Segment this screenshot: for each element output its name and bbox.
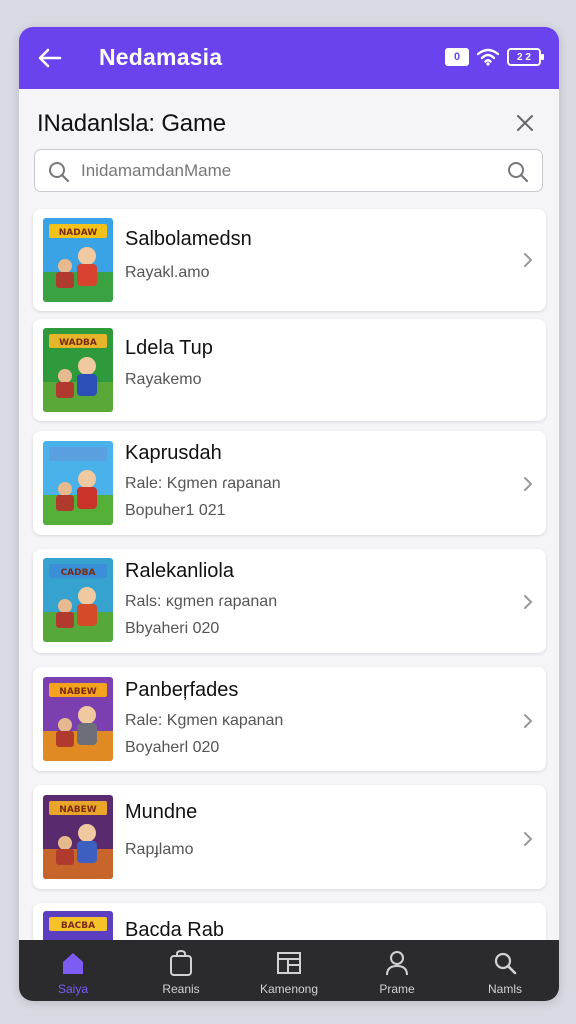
- nav-label: Prame: [379, 982, 415, 996]
- search-icon: [49, 162, 70, 183]
- game-panel: INadanlsla: Game NADAW Salbolamedsn Raya…: [19, 89, 559, 963]
- game-title: Panbeŗfades: [125, 679, 239, 701]
- game-subtitle: Rapɟlamo: [125, 841, 194, 858]
- game-title: Ralekanliola: [125, 560, 234, 582]
- nav-label: Saiya: [57, 982, 89, 996]
- game-subtitle: Rale: Kgmen ɾapanan: [125, 475, 281, 492]
- game-title: Mundne: [125, 801, 198, 823]
- search-submit-icon[interactable]: [506, 160, 530, 184]
- game-subtitle: Rayakl.amo: [125, 264, 210, 281]
- nav-label: Reanis: [162, 982, 200, 996]
- game-title: Ldela Tup: [125, 337, 213, 359]
- game-thumbnail: [43, 441, 113, 525]
- app-bar: Nedamasia 0 2 2: [19, 27, 559, 89]
- chevron-right-icon: [520, 712, 536, 730]
- chevron-right-icon: [520, 475, 536, 493]
- game-meta: Boyaherl 020: [125, 739, 220, 756]
- home-icon: [59, 948, 87, 978]
- game-card[interactable]: NABEW Mundne Rapɟlamo: [33, 785, 546, 889]
- bag-icon: [167, 948, 195, 978]
- game-meta: Bopuher1 021: [125, 502, 226, 519]
- game-title: Kaprusdah: [125, 442, 222, 464]
- thumbnail-banner-text: WADBA: [59, 338, 97, 348]
- sim-icon: 0: [445, 48, 469, 66]
- nav-item-profile[interactable]: Prame: [343, 940, 451, 1001]
- close-icon: [517, 115, 533, 131]
- phone-screen: Nedamasia 0 2 2 INadanlsla: Game Inidama…: [19, 27, 559, 1001]
- game-subtitle: Rals: κgmen ɾapanan: [125, 593, 278, 610]
- game-thumbnail: WADBA: [43, 328, 113, 412]
- sheet-title: INadanlsla: Game: [37, 110, 226, 137]
- game-thumbnail: NABEW: [43, 795, 113, 879]
- game-meta: Bbyaheri 020: [125, 620, 220, 637]
- game-title: Salbolamedsn: [125, 228, 252, 250]
- search-icon: [491, 948, 519, 978]
- grid-panel-icon: [275, 948, 303, 978]
- nav-item-bag[interactable]: Reanis: [127, 940, 235, 1001]
- thumbnail-banner-text: NABEW: [59, 687, 97, 697]
- thumbnail-banner-text: BACBA: [61, 921, 95, 931]
- search-box: [34, 149, 543, 192]
- person-icon: [383, 948, 411, 978]
- app-title: Nedamasia: [99, 44, 223, 70]
- game-thumbnail: NABEW: [43, 677, 113, 761]
- nav-item-search[interactable]: Namls: [451, 940, 559, 1001]
- thumbnail-banner-text: NABEW: [59, 805, 97, 815]
- status-icons: 0 2 2: [445, 48, 544, 66]
- wifi-icon: [477, 48, 499, 66]
- game-subtitle: Rayakemo: [125, 371, 202, 388]
- game-card[interactable]: Kaprusdah Rale: Kgmen ɾapanan Bopuher1 0…: [33, 431, 546, 535]
- game-title: Bacda Rab: [125, 919, 224, 941]
- game-thumbnail: NADAW: [43, 218, 113, 302]
- arrow-left-icon: [38, 48, 62, 68]
- nav-item-home[interactable]: Saiya: [19, 940, 127, 1001]
- game-card[interactable]: NABEW Panbeŗfades Rale: Kgmen ĸapanan Bo…: [33, 667, 546, 771]
- nav-label: Kamenong: [259, 982, 319, 996]
- back-button[interactable]: [35, 44, 65, 72]
- game-card[interactable]: CADBA Ralekanliola Rals: κgmen ɾapanan B…: [33, 549, 546, 653]
- game-card[interactable]: WADBA Ldela Tup Rayakemo: [33, 319, 546, 421]
- battery-icon: 2 2: [507, 48, 544, 66]
- thumbnail-banner-text: CADBA: [61, 568, 96, 578]
- game-card[interactable]: NADAW Salbolamedsn Rayakl.amo: [33, 209, 546, 311]
- close-button[interactable]: [513, 111, 537, 135]
- game-subtitle: Rale: Kgmen ĸapanan: [125, 712, 284, 729]
- nav-item-grid[interactable]: Kamenong: [235, 940, 343, 1001]
- thumbnail-banner-text: NADAW: [59, 228, 98, 238]
- search-input[interactable]: [81, 158, 491, 184]
- chevron-right-icon: [520, 593, 536, 611]
- bottom-navigation: Saiya Reanis Kamenong Prame Namls: [19, 940, 559, 1001]
- game-thumbnail: CADBA: [43, 558, 113, 642]
- chevron-right-icon: [520, 251, 536, 269]
- nav-label: Namls: [487, 982, 522, 996]
- chevron-right-icon: [520, 830, 536, 848]
